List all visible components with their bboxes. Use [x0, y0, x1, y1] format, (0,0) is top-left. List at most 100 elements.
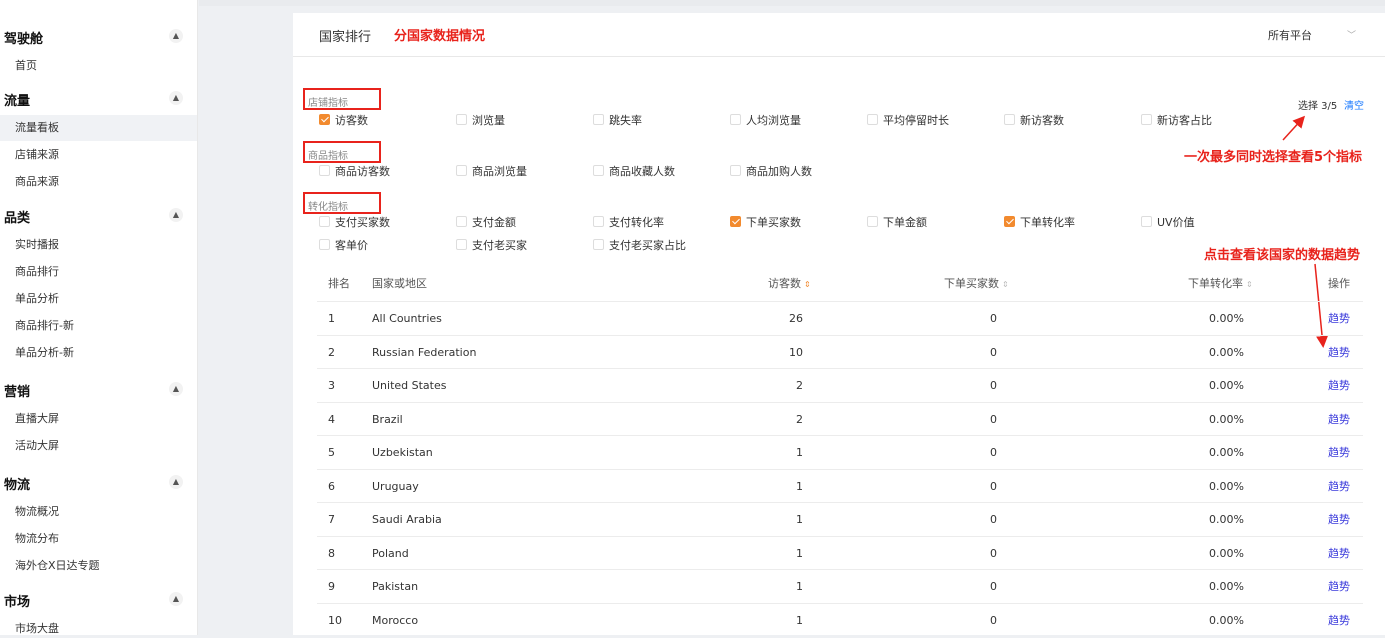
cell-country: Morocco	[372, 613, 419, 627]
metric-label: 下单买家数	[746, 216, 801, 229]
checkbox-icon[interactable]	[730, 165, 741, 176]
checkbox-icon[interactable]	[593, 216, 604, 227]
trend-link[interactable]: 趋势	[1328, 570, 1350, 604]
collapse-toggle-icon[interactable]: ▲	[169, 382, 183, 396]
top-divider	[199, 0, 1385, 6]
trend-link[interactable]: 趋势	[1328, 302, 1350, 336]
metric-checkbox[interactable]: 人均浏览量	[730, 114, 801, 130]
metric-checkbox[interactable]: 浏览量	[456, 114, 505, 130]
checkbox-icon[interactable]	[456, 239, 467, 250]
trend-link[interactable]: 趋势	[1328, 369, 1350, 403]
checkbox-icon[interactable]	[456, 165, 467, 176]
sort-icon: ⇕	[1246, 280, 1253, 289]
metric-checkbox[interactable]: 下单金额	[867, 216, 927, 232]
metric-label: 客单价	[335, 239, 368, 252]
checkbox-icon[interactable]	[593, 165, 604, 176]
collapse-toggle-icon[interactable]: ▲	[169, 592, 183, 606]
checkbox-icon[interactable]	[730, 216, 741, 227]
metric-checkbox[interactable]: 访客数	[319, 114, 368, 130]
chevron-down-icon[interactable]: ﹀	[1347, 28, 1356, 41]
col-header-order-rate[interactable]: 下单转化率 ⇕	[1188, 267, 1253, 301]
checkbox-icon[interactable]	[319, 239, 330, 250]
sidebar-item[interactable]: 海外仓X日达专题	[0, 553, 197, 579]
sidebar-item[interactable]: 实时播报	[0, 232, 197, 258]
max-select-annotation: 一次最多同时选择查看5个指标	[1184, 150, 1363, 165]
metric-checkbox[interactable]: UV价值	[1141, 216, 1195, 232]
checkbox-icon[interactable]	[319, 114, 330, 125]
checkbox-icon[interactable]	[1004, 114, 1015, 125]
metric-checkbox[interactable]: 跳失率	[593, 114, 642, 130]
trend-link[interactable]: 趋势	[1328, 604, 1350, 638]
trend-link[interactable]: 趋势	[1328, 537, 1350, 571]
metric-checkbox[interactable]: 新访客占比	[1141, 114, 1212, 130]
metric-checkbox[interactable]: 支付买家数	[319, 216, 390, 232]
clear-selection-link[interactable]: 清空	[1344, 97, 1364, 112]
checkbox-icon[interactable]	[593, 114, 604, 125]
sidebar: 驾驶舱 ▲ 首页 流量 ▲ 流量看板 店铺来源 商品来源 品类 ▲ 实时播报 商品排行 单品分析 商品排行…	[0, 0, 198, 635]
trend-link[interactable]: 趋势	[1328, 336, 1350, 370]
metric-checkbox[interactable]: 支付转化率	[593, 216, 664, 232]
checkbox-icon[interactable]	[319, 165, 330, 176]
checkbox-icon[interactable]	[867, 114, 878, 125]
col-header-order-buyers[interactable]: 下单买家数 ⇕	[944, 267, 1009, 301]
sidebar-item[interactable]: 店铺来源	[0, 142, 197, 168]
checkbox-icon[interactable]	[730, 114, 741, 125]
sidebar-item[interactable]: 流量看板	[0, 115, 197, 141]
collapse-toggle-icon[interactable]: ▲	[169, 208, 183, 222]
checkbox-icon[interactable]	[867, 216, 878, 227]
cell-country: Brazil	[372, 412, 403, 426]
checkbox-icon[interactable]	[593, 239, 604, 250]
sidebar-item[interactable]: 商品排行-新	[0, 313, 197, 339]
metric-checkbox[interactable]: 支付老买家	[456, 239, 527, 255]
sidebar-item[interactable]: 单品分析	[0, 286, 197, 312]
metric-checkbox[interactable]: 下单转化率	[1004, 216, 1075, 232]
sidebar-item[interactable]: 单品分析-新	[0, 340, 197, 366]
metric-checkbox[interactable]: 平均停留时长	[867, 114, 949, 130]
trend-link[interactable]: 趋势	[1328, 503, 1350, 537]
metric-label: 访客数	[335, 114, 368, 127]
metric-checkbox[interactable]: 支付金额	[456, 216, 516, 232]
metric-checkbox[interactable]: 商品浏览量	[456, 165, 527, 181]
trend-link[interactable]: 趋势	[1328, 403, 1350, 437]
metric-label: 商品浏览量	[472, 165, 527, 178]
sidebar-section: 市场 ▲	[0, 587, 197, 611]
collapse-toggle-icon[interactable]: ▲	[169, 29, 183, 43]
sidebar-item[interactable]: 直播大屏	[0, 406, 197, 432]
sidebar-item[interactable]: 活动大屏	[0, 433, 197, 459]
metric-label: 浏览量	[472, 114, 505, 127]
sidebar-item[interactable]: 商品排行	[0, 259, 197, 285]
checkbox-icon[interactable]	[1141, 216, 1152, 227]
checkbox-icon[interactable]	[456, 114, 467, 125]
platform-select[interactable]: 所有平台	[1268, 27, 1312, 43]
sidebar-item[interactable]: 物流概况	[0, 499, 197, 525]
checkbox-icon[interactable]	[456, 216, 467, 227]
checkbox-icon[interactable]	[1141, 114, 1152, 125]
metric-label: 支付买家数	[335, 216, 390, 229]
metric-checkbox[interactable]: 支付老买家占比	[593, 239, 686, 255]
cell-order-buyers: 0	[990, 312, 997, 325]
metric-checkbox[interactable]: 下单买家数	[730, 216, 801, 232]
sidebar-item[interactable]: 商品来源	[0, 169, 197, 195]
cell-order-buyers: 0	[990, 412, 997, 426]
sidebar-item[interactable]: 物流分布	[0, 526, 197, 552]
sidebar-item[interactable]: 市场大盘	[0, 616, 197, 635]
metric-checkbox[interactable]: 客单价	[319, 239, 368, 255]
collapse-toggle-icon[interactable]: ▲	[169, 91, 183, 105]
metric-checkbox[interactable]: 新访客数	[1004, 114, 1064, 130]
checkbox-icon[interactable]	[1004, 216, 1015, 227]
checkbox-icon[interactable]	[319, 216, 330, 227]
metric-checkbox[interactable]: 商品加购人数	[730, 165, 812, 181]
trend-link[interactable]: 趋势	[1328, 470, 1350, 504]
cell-rank: 1	[328, 312, 335, 325]
highlight-box	[303, 141, 381, 163]
sidebar-item[interactable]: 首页	[0, 53, 197, 79]
cell-visitors: 2	[796, 379, 803, 392]
metric-label: 支付老买家	[472, 239, 527, 252]
cell-visitors: 10	[789, 345, 803, 359]
trend-link[interactable]: 趋势	[1328, 436, 1350, 470]
cell-rank: 10	[328, 613, 342, 627]
metric-checkbox[interactable]: 商品访客数	[319, 165, 390, 181]
col-header-visitors[interactable]: 访客数 ⇕	[768, 267, 811, 301]
collapse-toggle-icon[interactable]: ▲	[169, 475, 183, 489]
metric-checkbox[interactable]: 商品收藏人数	[593, 165, 675, 181]
